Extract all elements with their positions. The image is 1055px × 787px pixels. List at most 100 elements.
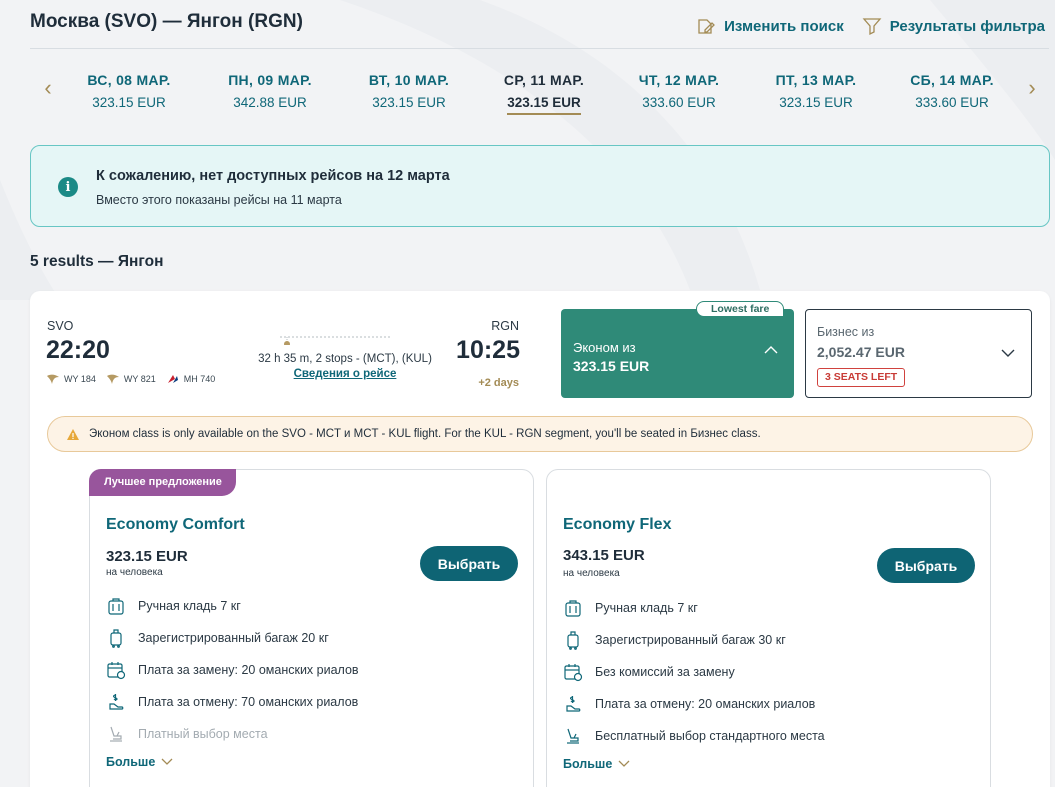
chevron-up-icon xyxy=(764,346,778,354)
date-price: 333.60 EUR xyxy=(642,95,716,110)
economy-fare-button[interactable]: Эконом из 323.15 EUR xyxy=(561,309,794,398)
fare-feature: Зарегистрированный багаж 20 кг xyxy=(106,628,329,648)
date-item[interactable]: ВС, 08 МАР. 323.15 EUR xyxy=(69,72,189,110)
fare-feature: Ручная кладь 7 кг xyxy=(563,598,698,618)
date-label: ЧТ, 12 МАР. xyxy=(638,72,720,88)
departure-time: 22:20 xyxy=(46,336,110,364)
header-actions: Изменить поиск Результаты фильтра xyxy=(696,16,1045,36)
more-label: Больше xyxy=(106,755,156,769)
info-subtitle: Вместо этого показаны рейсы на 11 марта xyxy=(96,193,342,207)
carrier: WY 184 xyxy=(46,373,96,385)
fare-name: Economy Flex xyxy=(563,516,672,533)
carrier: WY 821 xyxy=(106,373,156,385)
date-price: 323.15 EUR xyxy=(779,95,853,110)
fare-per-person: на человека xyxy=(106,567,163,578)
best-offer-tag: Лучшее предложение xyxy=(89,469,236,496)
departure-code: SVO xyxy=(47,319,74,333)
flight-card: SVO 22:20 WY 184 WY 821 MH 740 32 h 35 m… xyxy=(30,291,1050,787)
economy-price: 323.15 EUR xyxy=(573,358,650,374)
date-label: ВС, 08 МАР. xyxy=(87,72,171,88)
edit-icon xyxy=(698,19,716,34)
malaysia-airlines-logo-icon xyxy=(167,375,178,383)
info-icon: i xyxy=(58,177,78,197)
fare-card-economy-flex: Economy Flex 343.15 EUR на человека Выбр… xyxy=(546,469,991,787)
filter-results-label: Результаты фильтра xyxy=(889,17,1045,35)
seats-left-badge: 3 SEATS LEFT xyxy=(817,368,906,387)
business-label: Бизнес из xyxy=(817,325,875,339)
carrier-list: WY 184 WY 821 MH 740 xyxy=(46,373,215,385)
oman-air-logo-icon xyxy=(47,374,59,384)
date-label: ВТ, 10 МАР. xyxy=(368,72,450,88)
date-item[interactable]: СБ, 14 МАР. 333.60 EUR xyxy=(892,72,1012,110)
cancel-fee-icon xyxy=(109,694,124,710)
checked-bag-icon xyxy=(110,629,122,648)
fare-card-economy-comfort: Лучшее предложение Economy Comfort 323.1… xyxy=(89,469,534,787)
date-item[interactable]: ЧТ, 12 МАР. 333.60 EUR xyxy=(619,72,739,110)
route-line xyxy=(280,336,390,345)
more-label: Больше xyxy=(563,757,613,771)
select-fare-button[interactable]: Выбрать xyxy=(420,546,518,581)
date-label: ПТ, 13 МАР. xyxy=(775,72,857,88)
economy-label: Эконом из xyxy=(573,340,636,355)
modify-search-label: Изменить поиск xyxy=(724,17,844,35)
page: Москва (SVO) — Янгон (RGN) Изменить поис… xyxy=(0,0,1055,787)
fare-feature: Плата за отмену: 70 оманских риалов xyxy=(106,692,358,712)
arrival-code: RGN xyxy=(491,319,519,333)
cancel-fee-icon xyxy=(566,696,581,712)
date-item-selected[interactable]: СР, 11 МАР. 323.15 EUR xyxy=(484,72,604,115)
fare-feature-text: Без комиссий за замену xyxy=(595,665,735,679)
carrier-flight: WY 821 xyxy=(123,374,156,384)
oman-air-logo-icon xyxy=(106,374,119,384)
mixed-cabin-warning: Эконом class is only available on the SV… xyxy=(47,416,1033,452)
no-flights-banner: i К сожалению, нет доступных рейсов на 1… xyxy=(30,145,1050,227)
date-item[interactable]: ПТ, 13 МАР. 323.15 EUR xyxy=(756,72,876,110)
cabin-bag-icon xyxy=(565,600,581,617)
fare-price: 343.15 EUR xyxy=(563,547,645,564)
header-divider xyxy=(30,48,1049,49)
checked-bag-icon xyxy=(567,631,579,650)
carrier: MH 740 xyxy=(166,373,216,385)
business-price: 2,052.47 EUR xyxy=(817,344,905,360)
fare-feature: Без комиссий за замену xyxy=(563,662,735,682)
chevron-left-icon[interactable]: ‹ xyxy=(38,75,58,100)
chevron-down-icon xyxy=(618,760,630,767)
arrival-time: 10:25 xyxy=(456,336,520,364)
flight-details-link[interactable]: Сведения о рейсе xyxy=(230,368,460,380)
fare-name: Economy Comfort xyxy=(106,516,245,533)
chevron-right-icon[interactable]: › xyxy=(1022,75,1042,100)
modify-search-button[interactable]: Изменить поиск xyxy=(696,16,844,36)
fare-price: 323.15 EUR xyxy=(106,548,188,565)
cabin-bag-icon xyxy=(108,598,124,615)
chevron-down-icon xyxy=(161,758,173,765)
seat-icon xyxy=(567,728,579,744)
fare-feature-text: Ручная кладь 7 кг xyxy=(138,599,241,613)
fare-feature-text: Ручная кладь 7 кг xyxy=(595,601,698,615)
fare-feature-text: Зарегистрированный багаж 30 кг xyxy=(595,633,786,647)
fare-per-person: на человека xyxy=(563,568,620,579)
route-duration: 32 h 35 m, 2 stops - (MCT), (KUL) xyxy=(258,353,432,365)
info-title: К сожалению, нет доступных рейсов на 12 … xyxy=(96,168,450,184)
fare-feature: Ручная кладь 7 кг xyxy=(106,596,241,616)
more-link[interactable]: Больше xyxy=(106,755,173,769)
change-fee-icon xyxy=(564,664,583,682)
select-fare-button[interactable]: Выбрать xyxy=(877,548,975,583)
date-price: 323.15 EUR xyxy=(372,95,446,110)
arrival-day-offset: +2 days xyxy=(478,377,519,389)
fare-feature-text: Зарегистрированный багаж 20 кг xyxy=(138,631,329,645)
carrier-flight: MH 740 xyxy=(183,374,216,384)
change-fee-icon xyxy=(107,662,126,680)
business-fare-button[interactable]: Бизнес из 2,052.47 EUR 3 SEATS LEFT xyxy=(805,309,1032,398)
seat-icon xyxy=(110,726,122,742)
warning-text: Эконом class is only available on the SV… xyxy=(89,428,761,440)
fare-feature: Плата за замену: 20 оманских риалов xyxy=(106,660,359,680)
fare-feature: Платный выбор места xyxy=(106,724,268,744)
date-label: ПН, 09 МАР. xyxy=(228,72,312,88)
date-item[interactable]: ВТ, 10 МАР. 323.15 EUR xyxy=(349,72,469,110)
carrier-flight: WY 184 xyxy=(64,374,96,384)
filter-results-button[interactable]: Результаты фильтра xyxy=(862,16,1045,36)
date-item[interactable]: ПН, 09 МАР. 342.88 EUR xyxy=(210,72,330,110)
filter-icon xyxy=(862,18,882,36)
more-link[interactable]: Больше xyxy=(563,757,630,771)
results-title: 5 results — Янгон xyxy=(30,253,164,270)
date-price: 342.88 EUR xyxy=(233,95,307,110)
